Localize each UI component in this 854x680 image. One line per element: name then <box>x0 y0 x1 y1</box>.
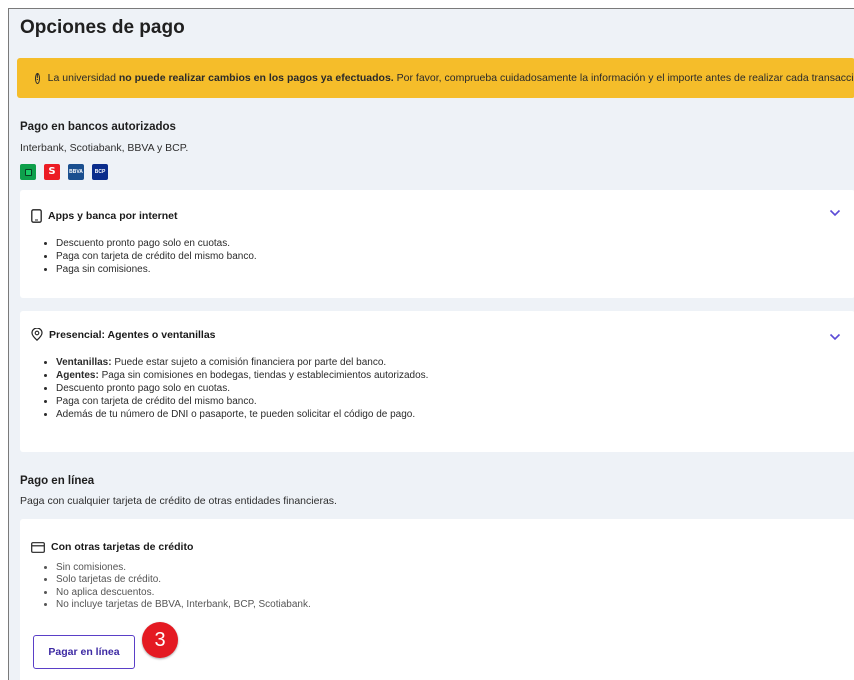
online-section-subtitle: Paga con cualquier tarjeta de crédito de… <box>20 495 337 507</box>
step-number-badge: 3 <box>142 622 178 658</box>
interbank-logo-icon <box>20 164 36 180</box>
apps-card-title: Apps y banca por internet <box>48 210 178 222</box>
apps-card-header[interactable]: Apps y banca por internet <box>31 209 178 223</box>
mobile-phone-icon <box>31 209 42 223</box>
list-item: Ventanillas: Puede estar sujeto a comisi… <box>56 356 428 369</box>
presencial-card[interactable]: Presencial: Agentes o ventanillas Ventan… <box>20 311 854 452</box>
bank-logos: S BBVA BCP <box>20 164 108 180</box>
chevron-down-icon[interactable] <box>829 328 841 346</box>
payment-options-panel: Opciones de pago ! La universidad no pue… <box>8 8 854 680</box>
credit-card-list: Sin comisiones. Solo tarjetas de crédito… <box>40 562 311 612</box>
list-item: Paga sin comisiones. <box>56 263 257 276</box>
apps-banking-card[interactable]: Apps y banca por internet Descuento pron… <box>20 190 854 298</box>
warning-alert: ! La universidad no puede realizar cambi… <box>17 58 854 98</box>
scotiabank-logo-icon: S <box>44 164 60 180</box>
pay-online-button[interactable]: Pagar en línea <box>33 635 135 669</box>
list-item: Paga con tarjeta de crédito del mismo ba… <box>56 395 428 408</box>
exclamation-circle-icon: ! <box>35 72 40 84</box>
list-item: Descuento pronto pago solo en cuotas. <box>56 237 257 250</box>
bank-section-subtitle: Interbank, Scotiabank, BBVA y BCP. <box>20 142 189 154</box>
online-section-title: Pago en línea <box>20 475 95 487</box>
list-item: Solo tarjetas de crédito. <box>56 574 311 586</box>
alert-text: La universidad no puede realizar cambios… <box>47 72 854 84</box>
list-item: Paga con tarjeta de crédito del mismo ba… <box>56 250 257 263</box>
bank-section-title: Pago en bancos autorizados <box>20 121 176 133</box>
credit-card-icon <box>31 541 45 553</box>
apps-card-list: Descuento pronto pago solo en cuotas. Pa… <box>40 237 257 276</box>
presencial-card-header[interactable]: Presencial: Agentes o ventanillas <box>31 328 216 341</box>
location-pin-icon <box>31 328 43 341</box>
bbva-logo-icon: BBVA <box>68 164 84 180</box>
page-title: Opciones de pago <box>20 17 185 38</box>
presencial-card-list: Ventanillas: Puede estar sujeto a comisi… <box>40 356 428 421</box>
credit-card-header: Con otras tarjetas de crédito <box>31 541 193 553</box>
list-item: No aplica descuentos. <box>56 587 311 599</box>
presencial-card-title: Presencial: Agentes o ventanillas <box>49 328 216 341</box>
bcp-logo-icon: BCP <box>92 164 108 180</box>
credit-card-title: Con otras tarjetas de crédito <box>51 541 194 553</box>
list-item: No incluye tarjetas de BBVA, Interbank, … <box>56 599 311 611</box>
list-item: Además de tu número de DNI o pasaporte, … <box>56 408 428 421</box>
list-item: Agentes: Paga sin comisiones en bodegas,… <box>56 369 428 382</box>
list-item: Sin comisiones. <box>56 562 311 574</box>
list-item: Descuento pronto pago solo en cuotas. <box>56 382 428 395</box>
credit-card-card: Con otras tarjetas de crédito Sin comisi… <box>20 519 854 680</box>
chevron-down-icon[interactable] <box>829 204 841 222</box>
